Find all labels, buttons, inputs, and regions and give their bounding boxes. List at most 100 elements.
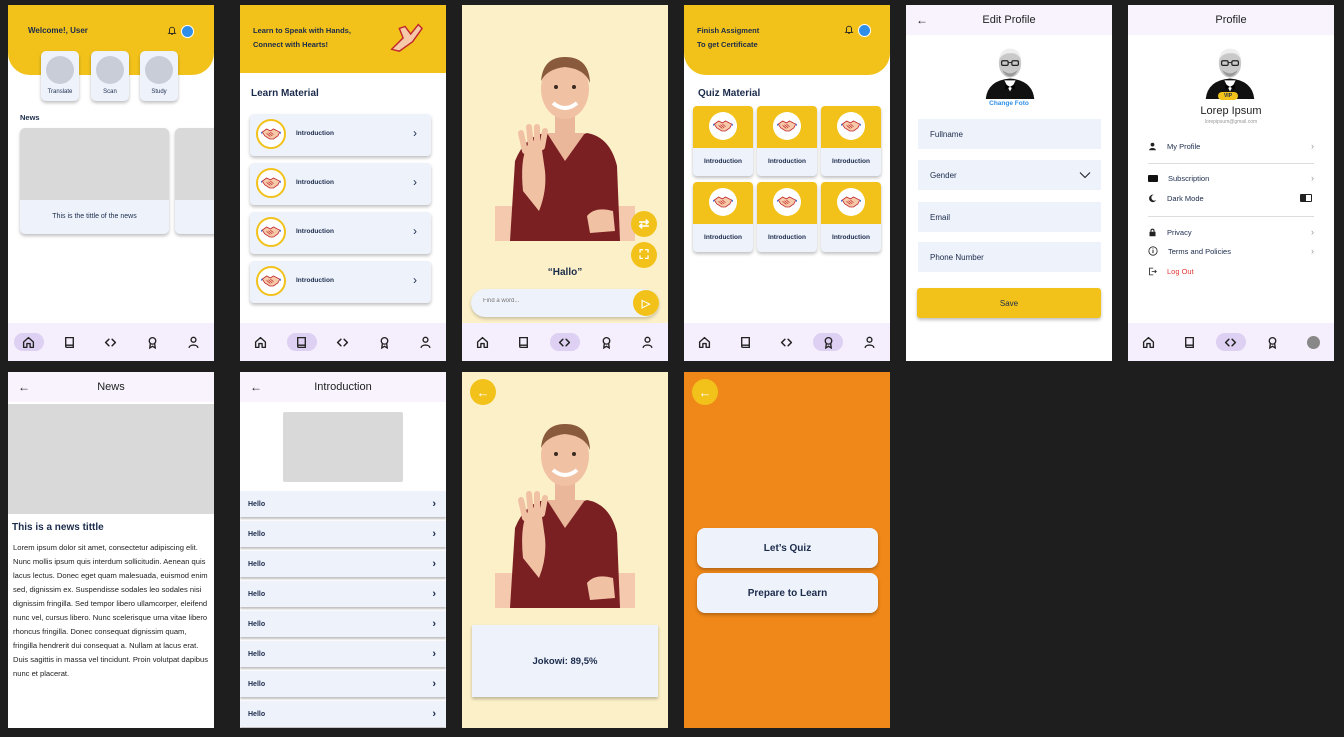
nav-quiz[interactable] [1257,333,1287,351]
lesson-row[interactable]: Hello › [240,521,446,547]
feature-study-button[interactable]: Study [140,51,178,101]
nav-learn[interactable] [286,333,317,351]
menu-dark-mode[interactable]: Dark Mode [1148,190,1314,206]
material-card[interactable]: Introduction › [250,261,431,303]
news-thumbnail [175,128,214,200]
back-arrow-icon[interactable]: ← [18,380,30,394]
chevron-right-icon: › [432,528,436,540]
back-button[interactable]: ← [692,379,718,405]
bell-icon[interactable] [167,25,177,36]
news-detail-screen: ← News This is a news tittle Lorem ipsum… [8,372,214,728]
award-icon [1266,336,1279,349]
nav-quiz[interactable] [137,333,167,351]
nav-home[interactable] [468,333,498,351]
nav-translate[interactable] [328,333,358,351]
nav-learn[interactable] [55,333,85,351]
nav-translate[interactable] [96,333,126,351]
nav-learn[interactable] [509,333,539,351]
prepare-to-learn-button[interactable]: Prepare to Learn [697,573,878,613]
lesson-row[interactable]: Hello › [240,671,446,697]
premium-badge-icon[interactable] [858,24,871,37]
banner-line-2: Connect with Hearts! [253,40,329,49]
nav-profile[interactable] [410,333,440,351]
nav-translate[interactable] [549,333,580,351]
quiz-tile[interactable]: Introduction [693,106,753,176]
save-button[interactable]: Save [917,288,1101,318]
nav-profile[interactable] [854,333,884,351]
menu-logout[interactable]: Log Out [1148,263,1314,279]
nav-home[interactable] [246,333,276,351]
switch-camera-button[interactable]: ⇄ [631,211,657,237]
fullscreen-button[interactable]: ⛶ [631,242,657,268]
lets-quiz-button[interactable]: Let’s Quiz [697,528,878,568]
nav-profile[interactable] [632,333,662,351]
gender-select[interactable]: Gender [918,160,1101,190]
menu-subscription[interactable]: Subscription › [1148,170,1314,186]
nav-quiz[interactable] [591,333,621,351]
nav-translate[interactable] [772,333,802,351]
chevron-right-icon: › [1311,246,1314,256]
graduation-cap-icon [145,56,173,84]
nav-quiz[interactable] [813,333,844,351]
news-card-next[interactable] [175,128,214,234]
back-arrow-icon[interactable]: ← [250,380,262,394]
change-photo-link[interactable]: Change Foto [906,100,1112,107]
nav-profile[interactable] [178,333,208,351]
book-icon [295,336,308,349]
play-button[interactable]: ▷ [633,290,659,316]
feature-translate-button[interactable]: Translate [41,51,79,101]
lock-icon [1149,228,1156,236]
handshake-icon [773,112,801,140]
app-bar: Profile [1128,5,1334,35]
material-label: Introduction [296,228,334,235]
quiz-tile[interactable]: Introduction [693,182,753,252]
bell-icon[interactable] [844,24,854,35]
lesson-row[interactable]: Hello › [240,551,446,577]
nav-home[interactable] [690,333,720,351]
phone-field[interactable]: Phone Number [918,242,1101,272]
news-card[interactable]: This is the tittle of the news [20,128,169,234]
email-field[interactable]: Email [918,202,1101,232]
menu-terms[interactable]: Terms and Policies › [1148,243,1314,259]
news-body: Lorem ipsum dolor sit amet, consectetur … [13,543,209,678]
premium-badge-icon[interactable] [181,25,194,38]
nav-profile[interactable] [1298,333,1328,351]
material-card[interactable]: Introduction › [250,114,431,156]
nav-home[interactable] [1134,333,1164,351]
back-arrow-icon[interactable]: ← [916,13,928,27]
nav-learn[interactable] [731,333,761,351]
nav-translate[interactable] [1215,333,1246,351]
lesson-row[interactable]: Hello › [240,701,446,727]
avatar[interactable] [982,43,1038,99]
quiz-tile[interactable]: Introduction [757,182,817,252]
material-card[interactable]: Introduction › [250,212,431,254]
lesson-row[interactable]: Hello › [240,641,446,667]
nav-home[interactable] [13,333,44,351]
menu-privacy[interactable]: Privacy › [1148,224,1314,240]
material-label: Introduction [296,179,334,186]
back-button[interactable]: ← [470,379,496,405]
app-bar: ← Introduction [240,372,446,402]
translate-icon [46,56,74,84]
nav-quiz[interactable] [369,333,399,351]
feature-label: Scan [103,89,117,95]
fullname-field[interactable]: Fullname [918,119,1101,149]
quiz-tile[interactable]: Introduction [821,106,881,176]
chevron-right-icon: › [432,558,436,570]
lesson-row[interactable]: Hello › [240,491,446,517]
menu-my-profile[interactable]: My Profile › [1148,138,1314,154]
quiz-tile[interactable]: Introduction [821,182,881,252]
material-card[interactable]: Introduction › [250,163,431,205]
book-icon [1183,336,1196,349]
lesson-row[interactable]: Hello › [240,611,446,637]
nav-learn[interactable] [1175,333,1205,351]
avatar [1202,43,1258,99]
search-input[interactable] [481,297,625,305]
chevron-right-icon: › [432,678,436,690]
feature-scan-button[interactable]: Scan [91,51,129,101]
lesson-row[interactable]: Hello › [240,581,446,607]
menu-label: My Profile [1167,141,1201,151]
lesson-label: Hello [248,650,266,658]
dark-mode-toggle[interactable] [1300,194,1312,202]
quiz-tile[interactable]: Introduction [757,106,817,176]
